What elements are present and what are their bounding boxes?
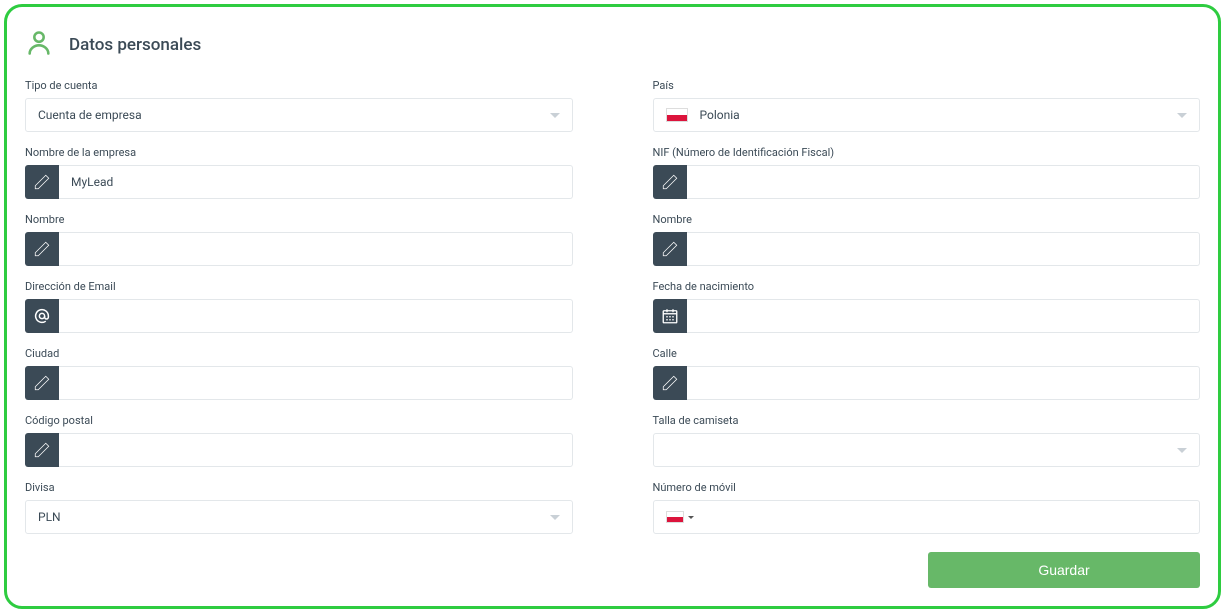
pencil-icon <box>25 366 59 400</box>
nif-input[interactable] <box>687 165 1201 199</box>
chevron-down-icon <box>1177 113 1187 118</box>
pencil-icon <box>653 232 687 266</box>
name2-label: Nombre <box>653 213 1201 226</box>
email-input[interactable] <box>59 299 573 333</box>
chevron-down-icon <box>550 113 560 118</box>
company-name-label: Nombre de la empresa <box>25 146 573 159</box>
user-icon <box>25 29 53 61</box>
name2-input[interactable] <box>687 232 1201 266</box>
city-input[interactable] <box>59 366 573 400</box>
chevron-down-icon <box>1177 448 1187 453</box>
currency-select[interactable]: PLN <box>25 500 573 534</box>
save-button[interactable]: Guardar <box>928 552 1200 588</box>
company-name-value: MyLead <box>71 175 560 189</box>
pencil-icon <box>653 366 687 400</box>
postal-label: Código postal <box>25 414 573 427</box>
mobile-label: Número de móvil <box>653 481 1201 494</box>
pencil-icon <box>25 232 59 266</box>
country-label: País <box>653 79 1201 92</box>
first-name-input[interactable] <box>59 232 573 266</box>
page-title: Datos personales <box>69 35 201 55</box>
nif-label: NIF (Número de Identificación Fiscal) <box>653 146 1201 159</box>
shirt-label: Talla de camiseta <box>653 414 1201 427</box>
currency-label: Divisa <box>25 481 573 494</box>
street-input[interactable] <box>687 366 1201 400</box>
chevron-down-icon <box>550 515 560 520</box>
street-label: Calle <box>653 347 1201 360</box>
chevron-down-icon <box>688 516 694 519</box>
company-name-input[interactable]: MyLead <box>59 165 573 199</box>
country-select[interactable]: Polonia <box>653 98 1201 132</box>
first-name-label: Nombre <box>25 213 573 226</box>
pencil-icon <box>25 165 59 199</box>
poland-flag-icon <box>666 108 688 122</box>
pencil-icon <box>25 433 59 467</box>
country-value: Polonia <box>700 108 740 122</box>
birthdate-input[interactable] <box>687 299 1201 333</box>
poland-flag-icon <box>666 511 684 523</box>
calendar-icon <box>653 299 687 333</box>
phone-country-selector[interactable] <box>666 511 694 523</box>
at-icon <box>25 299 59 333</box>
mobile-input[interactable] <box>653 500 1201 534</box>
email-label: Dirección de Email <box>25 280 573 293</box>
city-label: Ciudad <box>25 347 573 360</box>
birthdate-label: Fecha de nacimiento <box>653 280 1201 293</box>
account-type-select[interactable]: Cuenta de empresa <box>25 98 573 132</box>
pencil-icon <box>653 165 687 199</box>
postal-input[interactable] <box>59 433 573 467</box>
currency-value: PLN <box>38 510 61 524</box>
account-type-value: Cuenta de empresa <box>38 108 142 122</box>
account-type-label: Tipo de cuenta <box>25 79 573 92</box>
shirt-select[interactable] <box>653 433 1201 467</box>
